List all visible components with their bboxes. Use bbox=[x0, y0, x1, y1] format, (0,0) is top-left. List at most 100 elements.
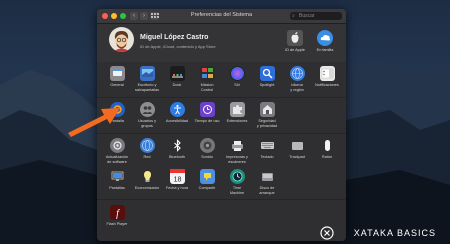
pref-label: Siri bbox=[234, 83, 240, 87]
pref-trackpad[interactable]: Trackpad bbox=[284, 138, 310, 160]
bluetooth-icon bbox=[170, 138, 185, 153]
printers-icon bbox=[230, 138, 245, 153]
security-icon bbox=[259, 102, 275, 117]
pref-label: Impresoras y bbox=[226, 155, 248, 159]
svg-text:f: f bbox=[116, 209, 120, 220]
pref-siri[interactable]: Siri bbox=[224, 66, 250, 88]
pref-label: Dock bbox=[172, 83, 182, 87]
title-bar: ‹ › Preferencias del Sistema ⌕ Buscar bbox=[97, 9, 346, 24]
pref-label: Teclado bbox=[260, 155, 274, 159]
account-item-apple-id[interactable]: ID de Apple bbox=[280, 30, 310, 52]
pref-label-line2: salvapantallas bbox=[134, 87, 160, 92]
account-item-label: En familia bbox=[316, 48, 334, 52]
pref-date-time[interactable]: 18 Fecha y hora bbox=[164, 169, 190, 191]
pref-sharing[interactable]: Compartir bbox=[194, 169, 220, 191]
general-icon bbox=[109, 66, 125, 81]
pref-label-line2: escáneres bbox=[228, 159, 246, 164]
pref-keyboard[interactable]: Teclado bbox=[254, 138, 280, 160]
pref-dock[interactable]: Dock bbox=[164, 66, 190, 88]
pref-label: Tiempo de uso bbox=[194, 119, 220, 123]
language-icon bbox=[289, 66, 305, 81]
divider bbox=[97, 97, 346, 98]
search-input[interactable]: ⌕ Buscar bbox=[290, 12, 342, 20]
pref-label: Escritorio y bbox=[137, 83, 157, 87]
user-subtitle: ID de Apple, iCloud, contenido y App Sto… bbox=[140, 44, 216, 49]
annotation-arrow bbox=[68, 108, 120, 137]
pref-label: Pantallas bbox=[109, 186, 125, 190]
pref-mission-control[interactable]: Mission Control bbox=[194, 66, 220, 92]
user-header: Miguel López Castro ID de Apple, iCloud,… bbox=[97, 24, 346, 62]
svg-text:18: 18 bbox=[173, 177, 181, 184]
pref-software-update[interactable]: Actualización de software bbox=[104, 138, 130, 164]
search-placeholder: Buscar bbox=[299, 13, 315, 19]
flash-player-icon: f bbox=[109, 205, 125, 220]
brand-logo-icon bbox=[320, 226, 334, 240]
apple-id-icon bbox=[287, 30, 303, 46]
pref-spotlight[interactable]: Spotlight bbox=[254, 66, 280, 88]
account-item-family[interactable]: En familia bbox=[310, 30, 340, 52]
sharing-icon bbox=[199, 169, 215, 184]
pref-label: Red bbox=[143, 155, 151, 159]
pref-mouse[interactable]: Ratón bbox=[314, 138, 340, 160]
pref-label: Ratón bbox=[321, 155, 333, 159]
date-time-icon: 18 bbox=[169, 169, 185, 184]
pref-startup-disk[interactable]: Disco de arranque bbox=[254, 169, 280, 195]
software-update-icon bbox=[109, 138, 125, 153]
pref-notifications[interactable]: Notificaciones bbox=[314, 66, 340, 88]
pref-label: Extensiones bbox=[226, 119, 248, 123]
pref-network[interactable]: Red bbox=[134, 138, 160, 160]
startup-disk-icon bbox=[260, 169, 275, 184]
keyboard-icon bbox=[260, 138, 275, 153]
pref-printers[interactable]: Impresoras y escáneres bbox=[224, 138, 250, 164]
pref-energy-saver[interactable]: Economizador bbox=[134, 169, 160, 191]
divider bbox=[97, 199, 346, 200]
time-machine-icon bbox=[229, 169, 245, 184]
pref-label-line2: y privacidad bbox=[256, 123, 278, 128]
pref-screen-time[interactable]: Tiempo de uso bbox=[194, 102, 220, 124]
pref-label: Economizador bbox=[134, 186, 160, 190]
displays-icon bbox=[110, 169, 125, 184]
siri-icon bbox=[229, 66, 245, 81]
pref-label-line2: Machine bbox=[229, 190, 245, 195]
pref-general[interactable]: General bbox=[104, 66, 130, 88]
pref-label-line2: de software bbox=[107, 159, 127, 164]
pref-time-machine[interactable]: Time Machine bbox=[224, 169, 250, 195]
desktop-icon bbox=[139, 66, 155, 81]
energy-saver-icon bbox=[140, 169, 155, 184]
family-sharing-icon bbox=[317, 30, 333, 46]
pref-sound[interactable]: Sonido bbox=[194, 138, 220, 160]
spotlight-icon bbox=[259, 66, 275, 81]
mission-control-icon bbox=[199, 66, 215, 81]
pref-label: Flash Player bbox=[106, 222, 128, 226]
pref-accessibility[interactable]: Accesibilidad bbox=[164, 102, 190, 124]
sound-icon bbox=[199, 138, 215, 153]
pref-extensions[interactable]: Extensiones bbox=[224, 102, 250, 124]
dock-icon bbox=[169, 66, 185, 81]
divider bbox=[97, 133, 346, 134]
pref-label-line2: Control bbox=[200, 87, 214, 92]
network-icon bbox=[139, 138, 155, 153]
screen-time-icon bbox=[199, 102, 215, 117]
mouse-icon bbox=[320, 138, 335, 153]
notifications-icon bbox=[319, 66, 335, 81]
pref-flash-player[interactable]: f Flash Player bbox=[104, 205, 130, 227]
pref-label: Accesibilidad bbox=[165, 119, 189, 123]
pref-label: Sonido bbox=[201, 155, 213, 159]
pref-security[interactable]: Seguridad y privacidad bbox=[254, 102, 280, 128]
user-name: Miguel López Castro bbox=[140, 34, 209, 41]
pref-desktop[interactable]: Escritorio y salvapantallas bbox=[134, 66, 160, 92]
account-item-label: ID de Apple bbox=[285, 48, 305, 52]
accessibility-icon bbox=[169, 102, 185, 117]
pref-label: Actualización bbox=[105, 155, 129, 159]
pref-label-line2: arranque bbox=[259, 190, 275, 195]
pref-bluetooth[interactable]: Bluetooth bbox=[164, 138, 190, 160]
pref-label: Fecha y hora bbox=[165, 186, 189, 190]
pref-label: Bluetooth bbox=[168, 155, 186, 159]
avatar[interactable] bbox=[109, 27, 134, 52]
pref-displays[interactable]: Pantallas bbox=[104, 169, 130, 191]
pref-label-line2: grupos bbox=[141, 123, 153, 128]
pref-label-line2: y región bbox=[290, 87, 304, 92]
pref-users-groups[interactable]: Usuarios y grupos bbox=[134, 102, 160, 128]
search-icon: ⌕ bbox=[292, 13, 295, 19]
pref-language[interactable]: Idioma y región bbox=[284, 66, 310, 92]
